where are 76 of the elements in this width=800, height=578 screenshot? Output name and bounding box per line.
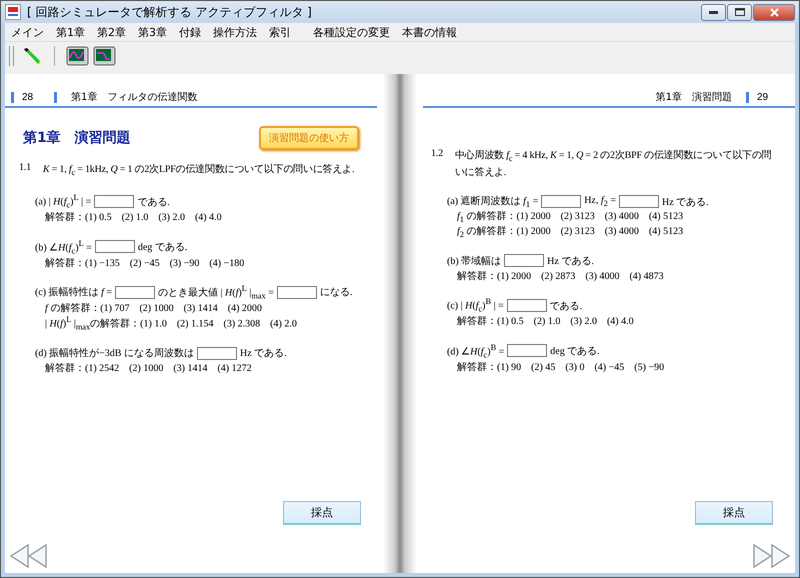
question-item-text: のとき最大値 | H(f)$^{L}$ |$_{max}$ = <box>158 284 274 300</box>
question-item-text: (c) | H(f$_{c}$)$^{B}$ | = <box>447 297 504 314</box>
answer-box[interactable] <box>506 299 547 312</box>
question-item-text: deg である. <box>550 344 600 358</box>
menu-item[interactable]: 本書の情報 <box>402 24 457 40</box>
double-right-arrow-icon <box>751 543 791 569</box>
answer-choices: 解答群：(1) 0.5 (2) 1.0 (3) 2.0 (4) 4.0 <box>457 315 634 328</box>
question-item-text: である. <box>550 300 582 313</box>
answer-box[interactable] <box>115 286 156 299</box>
answer-box[interactable] <box>276 286 317 299</box>
question-item-text: Hz である. <box>547 254 594 268</box>
question-number: 1.2 <box>431 148 443 161</box>
question-item-text: (a) 遮断周波数は f$_{1}$ = <box>447 194 538 210</box>
question-item-text: deg である. <box>138 240 188 254</box>
next-page-button[interactable] <box>751 543 791 569</box>
answer-choices: | H(f)$^{L}$ |$_{max}$の解答群：(1) 1.0 (2) 1.154 (3) 2.308 (4) 2.0 <box>45 315 297 332</box>
answer-choices: f$_{1}$ の解答群：(1) 2000 (2) 3123 (3) 4000 (4) 5123 <box>457 210 684 224</box>
answer-box[interactable] <box>504 254 544 268</box>
answer-choices: 解答群：(1) 0.5 (2) 1.0 (3) 2.0 (4) 4.0 <box>45 211 222 224</box>
score-button[interactable]: 採点 <box>695 501 773 525</box>
maximize-icon <box>734 8 744 16</box>
question-text: K = 1, f$_{c}$ = 1kHz, Q = 1 の2次LPFの伝達関数について以下の問いに答えよ. <box>42 162 354 179</box>
score-button[interactable]: 採点 <box>283 501 361 525</box>
answer-box[interactable] <box>94 240 135 254</box>
menu-item[interactable]: メイン <box>11 24 44 40</box>
close-icon <box>770 8 778 16</box>
answer-choices: 解答群：(1) 2542 (2) 1000 (3) 1414 (4) 1272 <box>45 362 252 376</box>
answer-box[interactable] <box>618 195 659 208</box>
menu-item[interactable]: 第1章 <box>56 24 85 40</box>
graph-tool-button[interactable] <box>93 45 117 67</box>
pencil-tool-button[interactable] <box>21 45 43 67</box>
menu-item[interactable]: 各種設定の変更 <box>313 24 390 40</box>
graph-tool-button[interactable] <box>66 45 90 67</box>
window-title: [ 回路シミュレータで解析する アクティブフィルタ ] <box>27 4 312 20</box>
monitor-icon <box>66 45 90 67</box>
previous-page-button[interactable] <box>9 543 49 569</box>
menu-item[interactable]: 第3章 <box>138 24 167 40</box>
double-left-arrow-icon <box>9 543 49 569</box>
question-item-text: Hz である. <box>240 347 287 360</box>
close-button[interactable] <box>753 4 795 20</box>
section-title: 第1章 演習問題 <box>22 129 131 147</box>
monitor-icon <box>93 45 117 67</box>
app-icon <box>5 4 21 20</box>
answer-box[interactable] <box>94 195 134 208</box>
page-number: 28 <box>11 92 57 102</box>
question-item-text: Hz である. <box>662 196 709 209</box>
question-item-text: (c) 振幅特性は f = <box>35 286 112 300</box>
question-item-text: (d) 振幅特性が−3dB になる周波数は <box>35 346 194 360</box>
menu-item[interactable]: 操作方法 <box>213 24 257 40</box>
menu-item[interactable]: 索引 <box>269 24 291 40</box>
question-item-text: (a) | H(f$_{c}$)$^{L}$ | = <box>35 193 92 210</box>
answer-choices: 解答群：(1) −135 (2) −45 (3) −90 (4) −180 <box>45 256 244 270</box>
minimize-icon <box>709 10 718 14</box>
question-item-text: (d) ∠H(f$_{c}$)$^{B}$ = <box>447 342 504 360</box>
question-item-text: (b) ∠H(f$_{c}$)$^{L}$ = <box>35 238 92 256</box>
menu-item[interactable]: 付録 <box>179 24 201 40</box>
answer-box[interactable] <box>541 195 582 208</box>
question-item-text: になる. <box>320 286 352 300</box>
minimize-button[interactable] <box>701 4 726 20</box>
question-text: 中心周波数 f$_{c}$ = 4 kHz, K = 1, Q = 2 の2次BPF の伝達関数について以下の問いに答えよ. <box>454 148 773 180</box>
question-number: 1.1 <box>19 162 31 175</box>
page-number: 29 <box>746 92 789 102</box>
answer-choices: 解答群：(1) 2000 (2) 2873 (3) 4000 (4) 4873 <box>457 270 664 283</box>
answer-choices: 解答群：(1) 90 (2) 45 (3) 0 (4) −45 (5) −90 <box>457 360 664 374</box>
page-header: 第1章 フィルタの伝達関数 <box>71 90 198 104</box>
question-item-text: である. <box>137 196 170 209</box>
answer-box[interactable] <box>196 346 237 360</box>
pencil-icon <box>21 45 43 67</box>
menu-item[interactable]: 第2章 <box>97 24 126 40</box>
question-item-text: Hz, f$_{2}$ = <box>584 195 616 208</box>
answer-box[interactable] <box>507 344 548 358</box>
question-item-text: (b) 帯域幅は <box>447 254 502 268</box>
maximize-button[interactable] <box>727 4 752 20</box>
page-header: 第1章 演習問題 <box>656 90 732 104</box>
answer-choices: f の解答群：(1) 707 (2) 1000 (3) 1414 (4) 2000 <box>45 302 262 315</box>
answer-choices: f$_{2}$ の解答群：(1) 2000 (2) 3123 (3) 4000 (4) 5123 <box>457 225 684 240</box>
